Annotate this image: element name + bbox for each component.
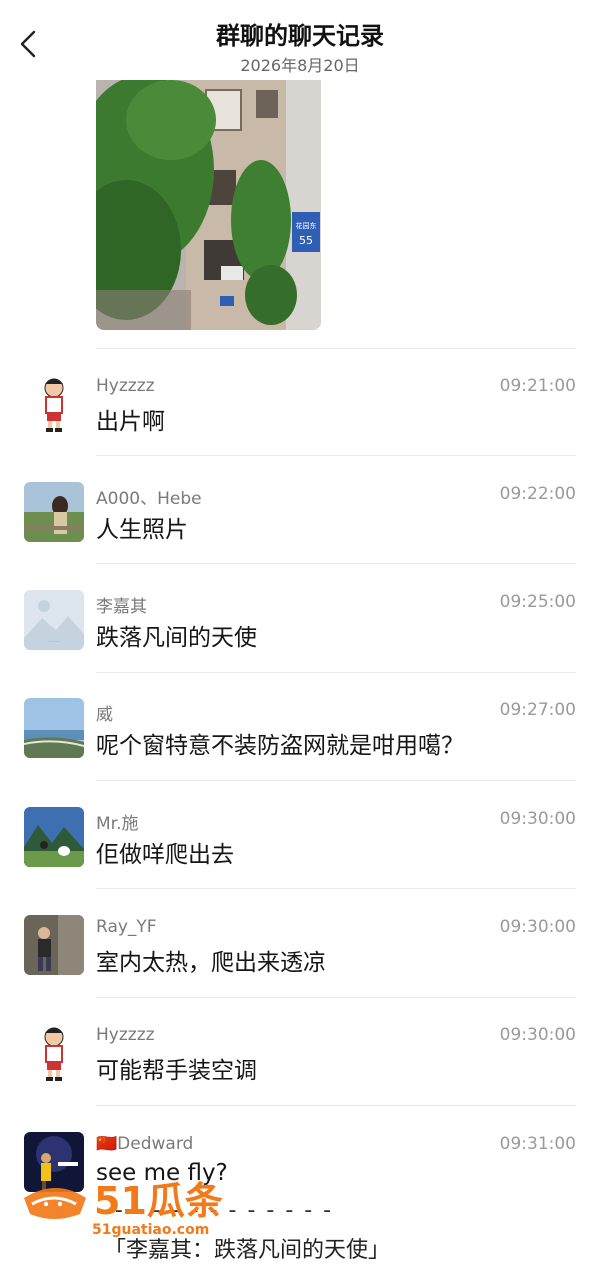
sender-name: Mr.施 — [96, 814, 139, 834]
divider — [96, 348, 576, 349]
header: 群聊的聊天记录 2026年8月20日 — [0, 0, 600, 80]
divider — [96, 563, 576, 564]
sender-name: A000、Hebe — [96, 489, 202, 509]
message-text: 人生照片 — [96, 517, 188, 543]
message-item[interactable]: Ray_YF 09:30:00 室内太热，爬出来透凉 — [0, 897, 600, 1005]
message-time: 09:31:00 — [499, 1134, 576, 1154]
message-time: 09:27:00 — [499, 700, 576, 720]
message-text: 可能帮手装空调 — [96, 1058, 257, 1084]
message-time: 09:21:00 — [499, 376, 576, 396]
message-text: 呢个窗特意不装防盗网就是咁用噶？ — [96, 733, 464, 759]
message-item[interactable]: Hyzzzz 09:21:00 出片啊 — [0, 356, 600, 464]
shared-photo[interactable]: 花园东 55 — [96, 80, 321, 330]
message-item[interactable]: Hyzzzz 09:30:00 可能帮手装空调 — [0, 1005, 600, 1113]
avatar[interactable] — [24, 698, 84, 758]
page-date: 2026年8月20日 — [240, 56, 360, 75]
message-item[interactable]: A000、Hebe 09:22:00 人生照片 — [0, 464, 600, 572]
divider — [96, 1105, 576, 1106]
message-item[interactable]: 威 09:27:00 呢个窗特意不装防盗网就是咁用噶？ — [0, 680, 600, 788]
watermark-brand: 51瓜条 — [94, 1179, 223, 1223]
message-time: 09:30:00 — [499, 809, 576, 829]
divider — [96, 672, 576, 673]
message-item[interactable]: Mr.施 09:30:00 佢做咩爬出去 — [0, 789, 600, 897]
avatar[interactable] — [24, 1023, 84, 1083]
avatar[interactable] — [24, 915, 84, 975]
message-item[interactable]: ······ 李嘉其 09:25:00 跌落凡间的天使 — [0, 572, 600, 680]
sender-name: 李嘉其 — [96, 597, 147, 617]
sender-name: Hyzzzz — [96, 376, 155, 396]
message-text: 室内太热，爬出来透凉 — [96, 950, 326, 976]
sender-name: 威 — [96, 705, 113, 725]
sender-name: Hyzzzz — [96, 1025, 155, 1045]
message-text: 佢做咩爬出去 — [96, 842, 234, 868]
svg-text:花园东: 花园东 — [296, 221, 317, 230]
sender-name: 🇨🇳Dedward — [96, 1134, 194, 1154]
avatar[interactable] — [24, 482, 84, 542]
svg-text:······: ······ — [48, 639, 60, 646]
divider — [96, 997, 576, 998]
avatar[interactable] — [24, 374, 84, 434]
message-time: 09:30:00 — [499, 917, 576, 937]
divider — [96, 455, 576, 456]
divider — [96, 888, 576, 889]
message-time: 09:30:00 — [499, 1025, 576, 1045]
watermark-logo: 51瓜条 51guatiao.com — [20, 1170, 235, 1240]
page-title: 群聊的聊天记录 — [216, 22, 384, 50]
svg-text:55: 55 — [299, 234, 313, 247]
message-time: 09:25:00 — [499, 592, 576, 612]
avatar[interactable] — [24, 807, 84, 867]
sender-name: Ray_YF — [96, 917, 157, 937]
message-text: 跌落凡间的天使 — [96, 625, 257, 651]
message-time: 09:22:00 — [499, 484, 576, 504]
message-text: 出片啊 — [96, 409, 165, 435]
watermark-url: 51guatiao.com — [92, 1222, 209, 1238]
avatar[interactable]: ······ — [24, 590, 84, 650]
divider — [96, 780, 576, 781]
